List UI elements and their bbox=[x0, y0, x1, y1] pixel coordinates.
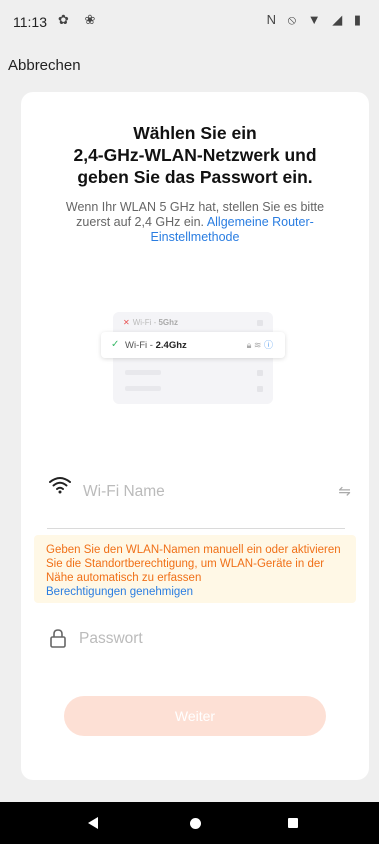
row-24-label: Wi-Fi - 2.4Ghz bbox=[125, 340, 187, 351]
password-field[interactable]: Passwort bbox=[47, 624, 347, 654]
page-title: Wählen Sie ein 2,4-GHz-WLAN-Netzwerk und… bbox=[21, 122, 369, 188]
row-24-prefix: Wi-Fi - bbox=[125, 340, 156, 351]
status-bar: 11:13 ✿ ❀ N ⦸ ▼ ◢ ▮ bbox=[0, 0, 379, 40]
placeholder-bar bbox=[125, 386, 161, 391]
status-time: 11:13 bbox=[13, 14, 47, 30]
content-card: Wählen Sie ein 2,4-GHz-WLAN-Netzwerk und… bbox=[21, 92, 369, 780]
navigation-bar bbox=[0, 802, 379, 844]
wifi-field-underline bbox=[47, 528, 345, 529]
illustration-row-5ghz: ✕ Wi-Fi - 5Ghz bbox=[123, 318, 178, 327]
swap-icon[interactable]: ⇋ bbox=[338, 482, 351, 500]
network-icons: 🔒︎ ≋ ⓘ bbox=[247, 338, 273, 351]
row-5g-band: 5Ghz bbox=[158, 318, 179, 327]
recent-apps-icon[interactable] bbox=[288, 818, 298, 828]
title-line-1: Wählen Sie ein bbox=[133, 123, 257, 143]
hint-text: Geben Sie den WLAN-Namen manuell ein ode… bbox=[46, 544, 341, 584]
back-icon[interactable] bbox=[88, 817, 98, 829]
system-status-icons: N ⦸ ▼ ◢ ▮ bbox=[266, 12, 365, 27]
illustration-row-24ghz: ✓ Wi-Fi - 2.4Ghz 🔒︎ ≋ ⓘ bbox=[101, 332, 285, 358]
row-24-band: 2.4Ghz bbox=[155, 340, 187, 351]
info-icon: ⓘ bbox=[263, 340, 273, 350]
lock-icon bbox=[50, 629, 66, 648]
wifi-icon bbox=[49, 477, 71, 494]
placeholder-mark bbox=[257, 320, 263, 326]
placeholder-mark bbox=[257, 370, 263, 376]
password-input[interactable]: Passwort bbox=[79, 630, 143, 648]
lock-small-icon: 🔒︎ bbox=[246, 340, 252, 350]
row-5g-prefix: Wi-Fi - bbox=[132, 318, 159, 327]
description: Wenn Ihr WLAN 5 GHz hat, stellen Sie es … bbox=[61, 200, 329, 245]
title-line-3: geben Sie das Passwort ein. bbox=[77, 167, 313, 187]
home-icon[interactable] bbox=[190, 818, 201, 829]
check-icon: ✓ bbox=[111, 339, 120, 350]
cancel-button[interactable]: Abbrechen bbox=[8, 57, 81, 74]
grant-permissions-link[interactable]: Berechtigungen genehmigen bbox=[46, 585, 344, 599]
wifi-small-icon: ≋ bbox=[253, 340, 262, 350]
notification-icons: ✿ ❀ bbox=[58, 12, 102, 27]
placeholder-mark bbox=[257, 386, 263, 392]
title-line-2: 2,4-GHz-WLAN-Netzwerk und bbox=[73, 145, 317, 165]
wifi-name-field[interactable]: Wi-Fi Name ⇋ bbox=[47, 470, 351, 514]
location-permission-hint: Geben Sie den WLAN-Namen manuell ein ode… bbox=[34, 535, 356, 603]
wifi-band-illustration: ✕ Wi-Fi - 5Ghz ✓ Wi-Fi - 2.4Ghz 🔒︎ ≋ ⓘ bbox=[101, 312, 285, 404]
placeholder-bar bbox=[125, 370, 161, 375]
cross-icon: ✕ bbox=[123, 318, 130, 327]
next-button[interactable]: Weiter bbox=[64, 696, 326, 736]
wifi-name-input[interactable]: Wi-Fi Name bbox=[83, 483, 165, 501]
